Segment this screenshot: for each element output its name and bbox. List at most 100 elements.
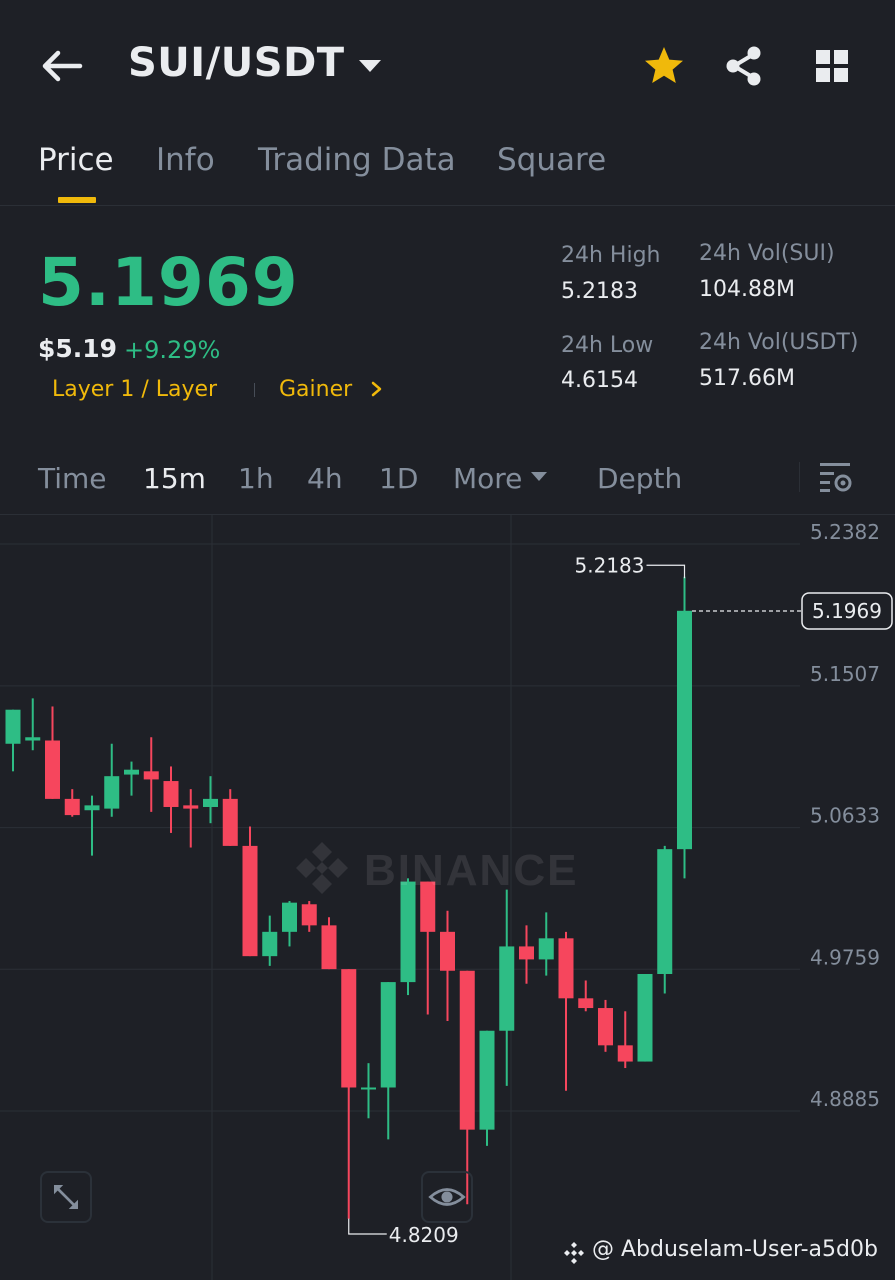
active-tab-indicator <box>58 197 96 203</box>
candle-body <box>479 1030 495 1130</box>
caret-down-icon[interactable] <box>528 468 550 486</box>
vol-base-label: 24h Vol(SUI) <box>699 241 835 266</box>
candle <box>104 743 120 817</box>
vol-quote-label: 24h Vol(USDT) <box>699 330 859 355</box>
tag-layer1[interactable]: Layer 1 / Layer <box>52 377 217 402</box>
y-tick-label: 4.9759 <box>810 945 880 969</box>
tf-1h[interactable]: 1h <box>238 462 274 495</box>
candle-body <box>657 849 673 974</box>
candle-body <box>262 931 278 957</box>
candle <box>657 845 673 994</box>
candle-body <box>282 902 297 932</box>
candle-body <box>183 805 199 809</box>
candle <box>222 789 238 846</box>
candle <box>341 969 357 1219</box>
tf-time[interactable]: Time <box>38 462 107 495</box>
tab-square[interactable]: Square <box>497 142 606 178</box>
candle <box>459 970 475 1205</box>
candle <box>5 709 21 772</box>
candle-body <box>617 1045 633 1062</box>
candle-body <box>598 1008 613 1046</box>
candle-body <box>143 771 159 780</box>
candle <box>25 698 41 751</box>
chevron-right-icon[interactable] <box>370 378 384 400</box>
tf-4h[interactable]: 4h <box>307 462 343 495</box>
tab-price[interactable]: Price <box>38 142 114 178</box>
candle-body <box>64 798 80 816</box>
candle-body <box>124 769 139 775</box>
candle <box>538 912 554 976</box>
tf-1d[interactable]: 1D <box>379 462 418 495</box>
candle-body <box>203 798 218 807</box>
fiat-price: $5.19 <box>38 334 118 363</box>
candle-body <box>163 781 179 807</box>
candle <box>578 980 594 1012</box>
pair-title[interactable]: SUI/USDT <box>128 40 345 86</box>
expand-icon[interactable] <box>40 1171 92 1223</box>
max-price-label: 5.2183 <box>575 553 645 577</box>
vol-quote-value: 517.66M <box>699 366 795 391</box>
y-tick-label: 5.0633 <box>810 804 880 828</box>
candle <box>203 776 218 824</box>
candle <box>262 915 278 966</box>
candle <box>321 917 337 970</box>
low-value: 4.6154 <box>561 368 638 393</box>
candle <box>479 1030 495 1146</box>
binance-watermark: BINANCE <box>296 842 578 895</box>
max-annotation-line <box>646 564 686 579</box>
watermark-text: BINANCE <box>364 846 578 895</box>
candle-body <box>677 610 692 850</box>
candle-body <box>45 740 60 799</box>
candle <box>163 766 179 833</box>
candle-body <box>380 982 396 1088</box>
candle-body <box>341 969 357 1088</box>
candle-body <box>301 904 317 926</box>
grid-icon[interactable] <box>810 44 854 88</box>
divider <box>799 462 800 492</box>
divider <box>0 205 895 206</box>
candle <box>301 901 317 932</box>
candle-body <box>361 1087 376 1090</box>
candle <box>499 889 515 1086</box>
tab-info[interactable]: Info <box>156 142 215 178</box>
candle-body <box>519 946 534 960</box>
candle-body <box>104 776 120 809</box>
candle-body <box>25 737 41 741</box>
star-icon[interactable] <box>642 44 686 88</box>
tag-gainer[interactable]: Gainer <box>279 377 352 402</box>
candle <box>84 795 100 856</box>
tf-depth[interactable]: Depth <box>597 462 682 495</box>
candle <box>183 789 199 848</box>
tab-trading-data[interactable]: Trading Data <box>258 142 456 178</box>
low-label: 24h Low <box>561 333 654 358</box>
back-arrow-icon[interactable] <box>38 44 86 88</box>
candle <box>361 1063 376 1119</box>
high-label: 24h High <box>561 243 661 268</box>
high-value: 5.2183 <box>561 279 638 304</box>
candle-body <box>84 805 100 811</box>
candle-body <box>538 938 554 960</box>
candle-body <box>5 709 21 744</box>
vol-base-value: 104.88M <box>699 277 795 302</box>
caret-down-icon[interactable] <box>356 52 384 80</box>
share-icon[interactable] <box>722 44 766 88</box>
tf-more[interactable]: More <box>453 462 522 495</box>
candle-body <box>459 970 475 1130</box>
candle <box>143 737 159 812</box>
candle <box>519 925 534 984</box>
chart-settings-icon[interactable] <box>816 458 856 498</box>
last-price: 5.1969 <box>38 244 299 321</box>
change-percent: +9.29% <box>124 336 221 364</box>
y-tick-label: 5.1507 <box>810 662 880 686</box>
candle <box>617 1011 633 1069</box>
candle-body <box>440 931 455 971</box>
candle <box>64 789 80 817</box>
candle <box>242 826 258 957</box>
credit-text: @ Abduselam-User-a5d0b <box>592 1237 878 1262</box>
last-price-label: 5.1969 <box>812 599 882 623</box>
candle-body <box>222 798 238 846</box>
candle-body <box>242 845 258 957</box>
eye-icon[interactable] <box>421 1171 473 1223</box>
candle <box>440 910 455 1022</box>
tf-15m[interactable]: 15m <box>143 462 206 495</box>
